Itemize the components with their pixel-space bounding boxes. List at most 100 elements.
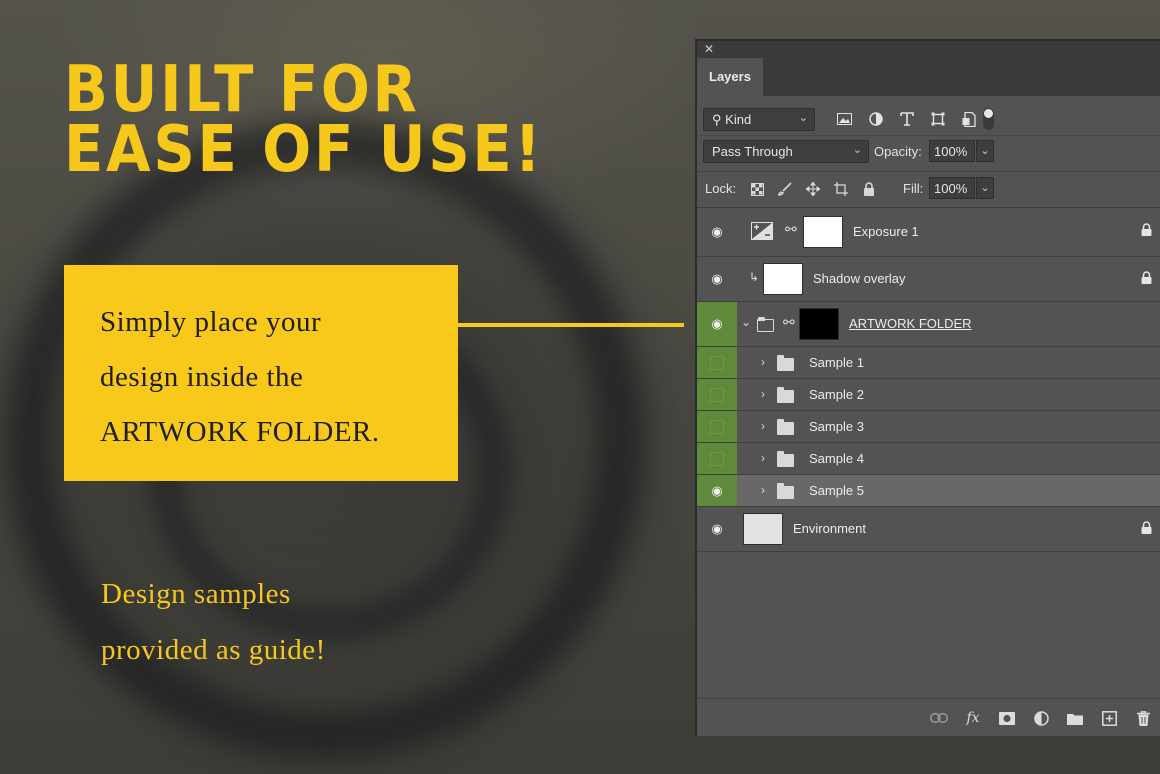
hidden-eye-placeholder xyxy=(710,419,724,434)
opacity-dropdown-button[interactable]: ⌄ xyxy=(976,140,994,162)
chevron-down-icon[interactable]: ⌄ xyxy=(741,315,751,329)
instruction-callout: Simply place your design inside the ARTW… xyxy=(64,265,458,481)
callout-line-1: Simply place your xyxy=(100,306,322,338)
lock-icon xyxy=(1141,271,1152,287)
layer-visibility-toggle[interactable]: ◉ xyxy=(697,257,737,301)
fill-input[interactable]: 100% xyxy=(929,177,975,199)
layer-row-sample-1[interactable]: › Sample 1 xyxy=(697,347,1160,379)
hidden-eye-placeholder xyxy=(710,387,724,402)
layer-name[interactable]: Sample 3 xyxy=(809,419,864,434)
type-filter-icon[interactable] xyxy=(891,108,922,130)
layer-visibility-toggle[interactable] xyxy=(697,379,737,410)
lock-icon xyxy=(1141,223,1152,239)
tab-layers[interactable]: Layers xyxy=(697,58,763,96)
layer-name[interactable]: Sample 5 xyxy=(809,483,864,498)
folder-icon xyxy=(777,451,794,467)
samples-note-line-1: Design samples xyxy=(101,578,291,610)
folder-icon xyxy=(777,419,794,435)
layer-visibility-toggle[interactable]: ◉ xyxy=(697,302,737,346)
chevron-down-icon: ⌄ xyxy=(798,112,808,124)
eye-icon: ◉ xyxy=(711,224,723,239)
panel-bottom-toolbar: fx xyxy=(697,698,1160,736)
opacity-label: Opacity: xyxy=(874,144,922,159)
fill-dropdown-button[interactable]: ⌄ xyxy=(976,177,994,199)
opacity-input[interactable]: 100% xyxy=(929,140,975,162)
chevron-right-icon[interactable]: › xyxy=(761,419,765,433)
kind-filter-value: Kind xyxy=(725,112,752,127)
layer-visibility-toggle[interactable]: ◉ xyxy=(697,475,737,506)
lock-image-pixels-icon[interactable] xyxy=(771,179,799,199)
lock-label: Lock: xyxy=(705,181,737,196)
panel-title-strip: ✕ xyxy=(697,41,1160,58)
lock-transparent-pixels-icon[interactable] xyxy=(743,179,771,199)
chevron-right-icon[interactable]: › xyxy=(761,451,765,465)
blend-row: Pass Through ⌄ Opacity: 100% ⌄ xyxy=(697,136,1160,172)
layer-visibility-toggle[interactable] xyxy=(697,347,737,378)
lock-icon xyxy=(1141,521,1152,537)
hidden-eye-placeholder xyxy=(710,355,724,370)
folder-mask-thumbnail[interactable] xyxy=(799,308,839,340)
clipping-mask-arrow-icon: ↳ xyxy=(749,270,760,284)
layer-name[interactable]: Sample 1 xyxy=(809,355,864,370)
new-layer-icon[interactable] xyxy=(1092,707,1126,729)
layer-row-sample-4[interactable]: › Sample 4 xyxy=(697,443,1160,475)
eye-icon: ◉ xyxy=(711,271,723,286)
headline: BUILT FOR EASE OF USE! xyxy=(64,58,543,182)
layer-visibility-toggle[interactable]: ◉ xyxy=(697,507,737,551)
layer-mask-thumbnail[interactable] xyxy=(803,216,843,248)
smart-object-filter-icon[interactable] xyxy=(953,108,984,130)
mask-link-icon[interactable]: ⚯ xyxy=(783,314,795,331)
samples-note-line-2: provided as guide! xyxy=(101,634,326,666)
layer-row-exposure[interactable]: ◉ ⚯ Exposure 1 xyxy=(697,208,1160,257)
folder-icon xyxy=(757,317,774,332)
layer-name[interactable]: Environment xyxy=(793,521,866,536)
layer-row-shadow-overlay[interactable]: ◉ ↳ Shadow overlay xyxy=(697,257,1160,302)
new-group-icon[interactable] xyxy=(1058,707,1092,729)
layer-row-sample-5[interactable]: ◉ › Sample 5 xyxy=(697,475,1160,507)
new-adjustment-icon[interactable] xyxy=(1024,707,1058,729)
add-mask-icon[interactable] xyxy=(990,707,1024,729)
layer-name[interactable]: Sample 2 xyxy=(809,387,864,402)
layer-visibility-toggle[interactable]: ◉ xyxy=(697,208,737,256)
layer-visibility-toggle[interactable] xyxy=(697,411,737,442)
fx-icon[interactable]: fx xyxy=(956,707,990,729)
search-icon: ⚲ xyxy=(712,112,722,127)
chevron-right-icon[interactable]: › xyxy=(761,387,765,401)
layer-name[interactable]: ARTWORK FOLDER xyxy=(849,316,972,331)
layers-list: ◉ ⚯ Exposure 1 ◉ ↳ Shadow overlay ◉ ⌄ ⚯ … xyxy=(697,208,1160,552)
lock-artboard-icon[interactable] xyxy=(827,179,855,199)
shape-filter-icon[interactable] xyxy=(922,108,953,130)
lock-row: Lock: Fill: 100% ⌄ xyxy=(697,172,1160,208)
layer-row-artwork-folder[interactable]: ◉ ⌄ ⚯ ARTWORK FOLDER xyxy=(697,302,1160,347)
eye-icon: ◉ xyxy=(711,316,723,331)
lock-all-icon[interactable] xyxy=(855,179,883,199)
fill-label: Fill: xyxy=(903,181,924,196)
link-layers-icon[interactable] xyxy=(922,707,956,729)
chevron-right-icon[interactable]: › xyxy=(761,355,765,369)
close-icon[interactable]: ✕ xyxy=(704,42,714,56)
mask-link-icon[interactable]: ⚯ xyxy=(785,221,797,238)
lock-position-icon[interactable] xyxy=(799,179,827,199)
chevron-right-icon[interactable]: › xyxy=(761,483,765,497)
layer-thumbnail[interactable] xyxy=(763,263,803,295)
filter-toggle-switch[interactable] xyxy=(983,108,994,130)
layer-name[interactable]: Exposure 1 xyxy=(853,224,919,239)
delete-layer-icon[interactable] xyxy=(1126,707,1160,729)
layer-row-sample-3[interactable]: › Sample 3 xyxy=(697,411,1160,443)
eye-icon: ◉ xyxy=(711,521,723,536)
layer-name[interactable]: Sample 4 xyxy=(809,451,864,466)
image-filter-icon[interactable] xyxy=(829,108,860,130)
folder-icon xyxy=(777,387,794,403)
layer-visibility-toggle[interactable] xyxy=(697,443,737,474)
layer-row-sample-2[interactable]: › Sample 2 xyxy=(697,379,1160,411)
panel-tab-bar: Layers xyxy=(697,58,1160,96)
kind-filter-select[interactable]: ⚲ Kind ⌄ xyxy=(703,108,815,131)
bottom-icons: fx xyxy=(922,707,1160,729)
blend-mode-select[interactable]: Pass Through ⌄ xyxy=(703,140,869,163)
layers-panel: ✕ Layers ⚲ Kind ⌄ Pass Through ⌄ Opacity… xyxy=(695,39,1160,736)
layer-row-environment[interactable]: ◉ Environment xyxy=(697,507,1160,552)
adjustment-filter-icon[interactable] xyxy=(860,108,891,130)
folder-icon xyxy=(777,483,794,499)
layer-name[interactable]: Shadow overlay xyxy=(813,271,906,286)
layer-thumbnail[interactable] xyxy=(743,513,783,545)
